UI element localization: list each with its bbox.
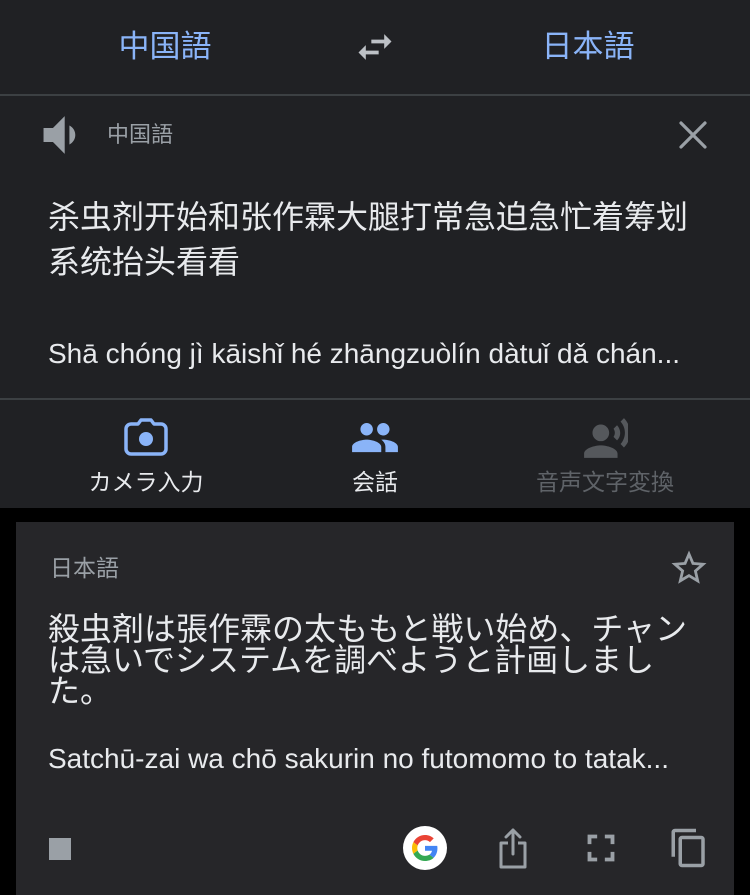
- transcribe-button[interactable]: 音声文字変換: [495, 400, 715, 508]
- camera-icon: [121, 415, 171, 459]
- translated-text: 殺虫剤は張作霖の太ももと戦い始め、チャンは急いでシステムを調べようと計画しました…: [48, 611, 688, 709]
- stop-icon[interactable]: [49, 838, 71, 860]
- copy-button[interactable]: [668, 827, 710, 869]
- source-language-label: 中国語: [107, 122, 174, 147]
- speaker-icon: [43, 116, 76, 154]
- close-icon: [679, 121, 707, 149]
- transcribe-label: 音声文字変換: [536, 469, 674, 495]
- fullscreen-button[interactable]: [578, 825, 624, 871]
- source-panel: 中国語 杀虫剂开始和张作霖大腿打常急迫急忙着筹划系统抬头看看 Shā chóng…: [0, 96, 750, 400]
- conversation-icon: [350, 415, 400, 459]
- conversation-button[interactable]: 会話: [265, 400, 485, 508]
- source-text-input[interactable]: 杀虫剂开始和张作霖大腿打常急迫急忙着筹划系统抬头看看: [48, 195, 708, 285]
- conversation-label: 会話: [352, 469, 398, 495]
- swap-arrows-icon: [358, 34, 392, 60]
- target-language-label: 日本語: [50, 555, 119, 581]
- fullscreen-icon: [587, 834, 615, 862]
- source-language-button[interactable]: 中国語: [55, 0, 275, 94]
- open-in-google-button[interactable]: [403, 826, 447, 870]
- share-button[interactable]: [497, 827, 529, 869]
- star-icon: [671, 550, 707, 584]
- share-icon: [499, 828, 527, 869]
- voice-transcribe-icon: [580, 415, 630, 459]
- camera-input-label: カメラ入力: [88, 469, 204, 495]
- camera-input-button[interactable]: カメラ入力: [36, 400, 256, 508]
- swap-languages-button[interactable]: [353, 25, 397, 69]
- language-bar: 中国語 日本語: [0, 0, 750, 96]
- source-romanization: Shā chóng jì kāishǐ hé zhāngzuòlín dàtuǐ…: [48, 338, 680, 369]
- copy-icon: [671, 828, 705, 868]
- translated-romanization: Satchū-zai wa chō sakurin no futomomo to…: [48, 743, 669, 774]
- save-translation-button[interactable]: [668, 547, 710, 589]
- clear-input-button[interactable]: [677, 119, 709, 151]
- translation-result-card[interactable]: 日本語 殺虫剤は張作霖の太ももと戦い始め、チャンは急いでシステムを調べようと計画…: [16, 522, 734, 895]
- target-language-button[interactable]: 日本語: [478, 0, 698, 94]
- google-logo-icon: [412, 835, 438, 861]
- listen-source-button[interactable]: [40, 115, 80, 155]
- input-mode-bar: カメラ入力 会話 音声文字変換: [0, 400, 750, 508]
